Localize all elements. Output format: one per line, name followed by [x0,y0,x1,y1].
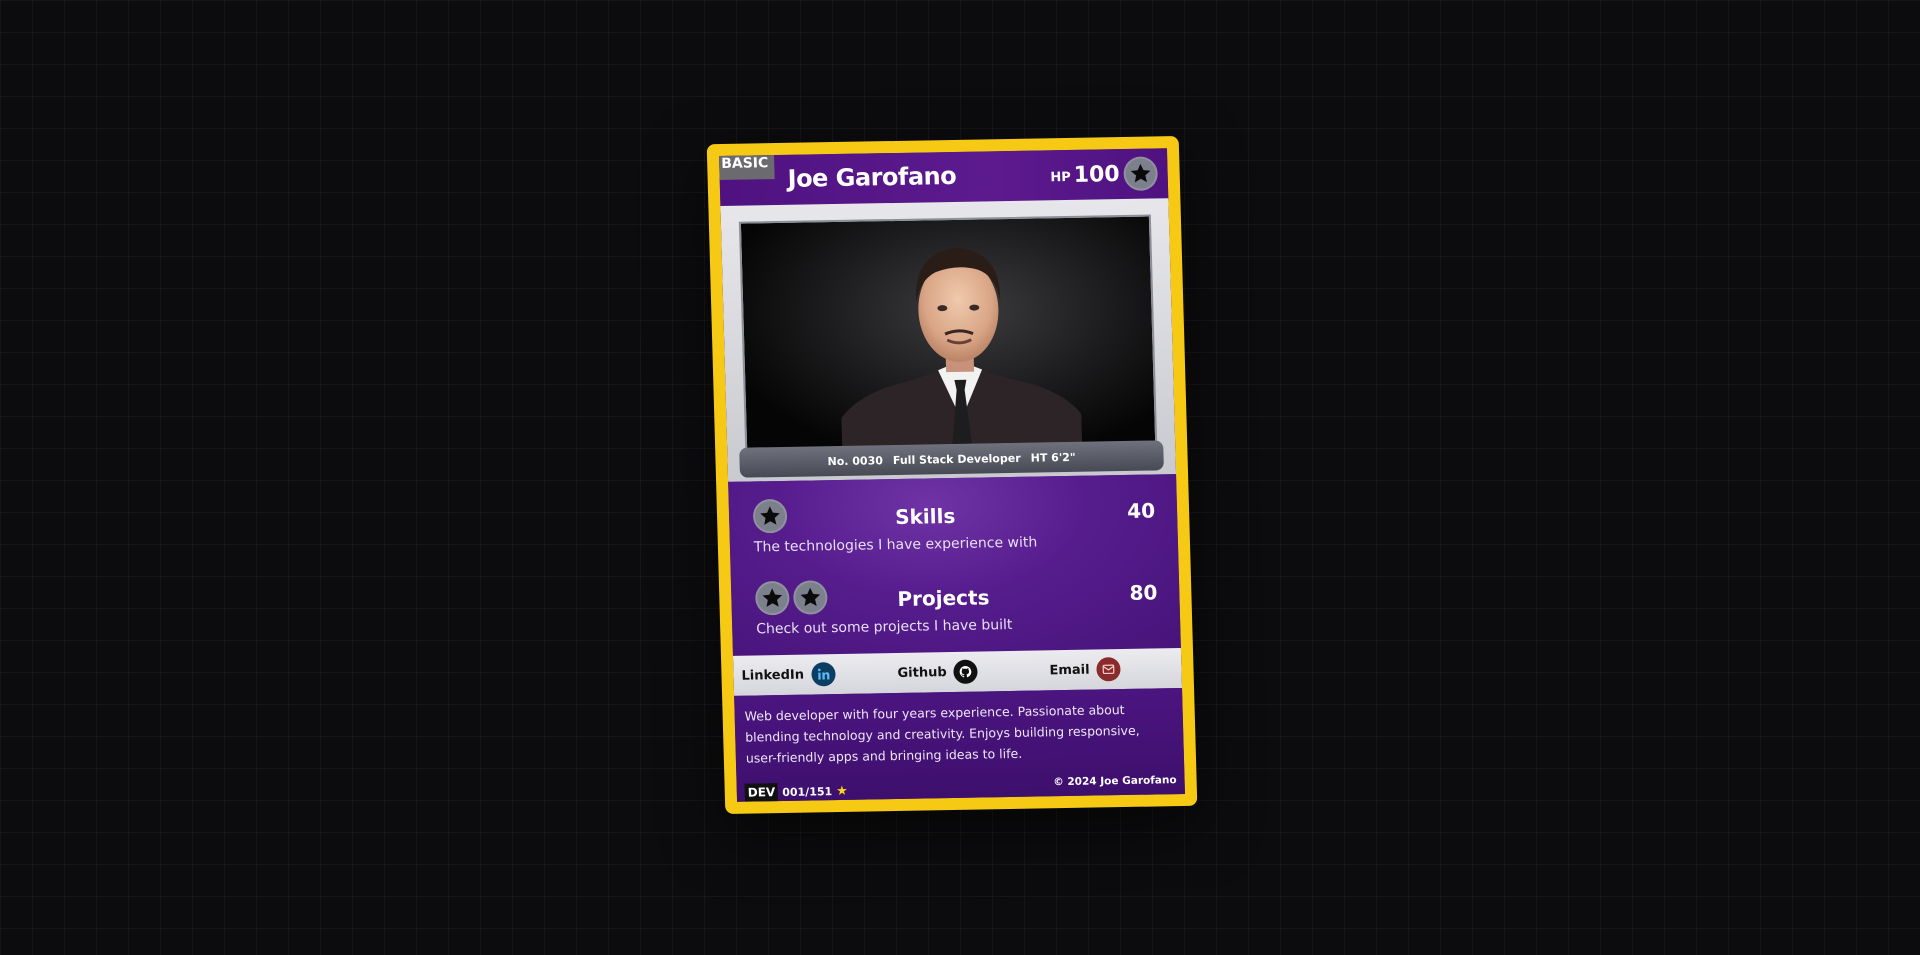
page-background: BASIC Joe Garofano HP 100 No. 0030 Full … [0,0,1920,955]
linkedin-icon [810,662,836,687]
link-label: Github [897,664,947,681]
email-icon [1096,657,1121,682]
hp-display: HP 100 [1050,156,1159,192]
link-label: Email [1049,662,1090,678]
profile-card: BASIC Joe Garofano HP 100 No. 0030 Full … [706,136,1198,814]
card-role: Full Stack Developer [892,451,1021,467]
star-energy-icon [754,580,790,616]
card-number: No. 0030 [827,453,884,468]
star-energy-icon [1123,156,1159,191]
card-header: Joe Garofano HP 100 [719,148,1169,207]
attack-description: The technologies I have experience with [753,534,1038,556]
attack-cost [752,498,788,534]
portrait-illustration [841,247,1083,448]
hp-label: HP [1050,169,1071,185]
github-link[interactable]: Github [897,659,978,685]
attack-damage: 80 [1129,580,1158,605]
stage-badge: BASIC [719,149,775,181]
card-height: HT 6'2" [1030,450,1076,465]
profile-photo [738,214,1158,452]
card-body: BASIC Joe Garofano HP 100 No. 0030 Full … [719,148,1185,802]
email-link[interactable]: Email [1049,657,1121,682]
attack-damage: 40 [1126,498,1156,523]
attack-title: Skills [894,503,956,529]
linkedin-link[interactable]: LinkedIn [741,662,836,688]
attack-description: Check out some projects I have built [756,616,1013,638]
hp-value: 100 [1073,161,1121,188]
set-code: DEV [744,783,779,802]
set-info: DEV 001/151 ★ [744,782,849,802]
attack-projects[interactable]: Projects 80 Check out some projects I ha… [754,560,1159,639]
card-name: Joe Garofano [787,161,957,193]
attack-title: Projects [897,585,990,611]
attacks-section: Skills 40 The technologies I have experi… [728,474,1181,656]
link-label: LinkedIn [741,667,805,684]
star-energy-icon [752,498,788,534]
pokedex-info-bar: No. 0030 Full Stack Developer HT 6'2" [739,440,1164,478]
rarity-star-icon: ★ [835,783,849,799]
copyright-text: © 2024 Joe Garofano [1053,774,1177,789]
flavor-text: Web developer with four years experience… [744,702,1140,766]
attack-skills[interactable]: Skills 40 The technologies I have experi… [752,478,1156,557]
star-energy-icon [792,580,828,615]
photo-frame: No. 0030 Full Stack Developer HT 6'2" [720,198,1177,482]
attack-cost [754,580,828,616]
set-number: 001/151 [782,784,833,799]
flavor-section: Web developer with four years experience… [734,688,1185,802]
github-icon [953,659,978,684]
